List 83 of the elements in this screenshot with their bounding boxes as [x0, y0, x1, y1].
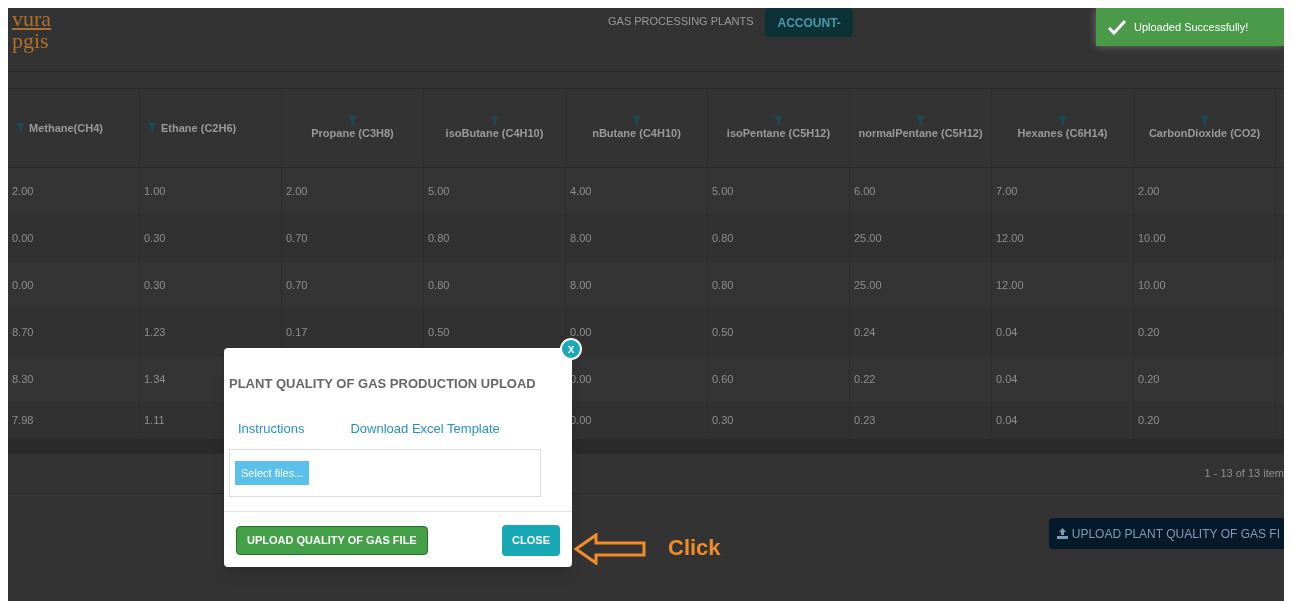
- annotation-text: Click: [668, 534, 721, 562]
- filter-icon[interactable]: [490, 116, 499, 126]
- table-cell-text: 0.30: [712, 413, 734, 429]
- table-cell-text: 0.04: [996, 371, 1018, 387]
- filter-icon[interactable]: [1200, 116, 1209, 126]
- table-cell-text: 0.22: [854, 371, 876, 387]
- table-cell-text: 12.00: [996, 277, 1024, 293]
- table-cell-text: 10.00: [1138, 230, 1166, 246]
- modal-link[interactable]: Instructions: [238, 418, 305, 438]
- table-cell-text: 8.30: [12, 371, 34, 387]
- table-cell-text: 25.00: [854, 230, 882, 246]
- upload-plant-button[interactable]: UPLOAD PLANT QUALITY OF GAS FI: [1048, 518, 1284, 549]
- table-cell-text: 0.30: [144, 230, 166, 246]
- table-cell-text: 0.04: [996, 324, 1018, 340]
- table-cell-text: 4.00: [570, 183, 592, 199]
- filter-icon[interactable]: [632, 116, 641, 126]
- page-title: GAS PROCESSING PLANTS: [608, 14, 754, 29]
- select-files-button[interactable]: Select files...: [235, 461, 310, 485]
- logo-text: vura: [12, 8, 52, 30]
- table-cell-text: 8.70: [12, 324, 34, 340]
- table-cell-text: 0.60: [712, 371, 734, 387]
- table-cell-text: 10.00: [1138, 277, 1166, 293]
- filter-icon[interactable]: [348, 116, 357, 126]
- column-header: isoButane (C4H10): [445, 126, 544, 140]
- modal-title: PLANT QUALITY OF GAS PRODUCTION UPLOAD: [229, 375, 537, 393]
- table-cell-text: 0.80: [712, 230, 734, 246]
- table-cell-text: 0.23: [854, 413, 876, 429]
- table-cell-text: 0.80: [428, 230, 450, 246]
- table-cell-text: 1.23: [144, 324, 166, 340]
- table-cell-text: 0.00: [12, 277, 34, 293]
- table-cell-text: 0.00: [570, 324, 592, 340]
- table-cell-text: 7.98: [12, 413, 34, 429]
- table-cell-text: 0.17: [286, 324, 308, 340]
- filter-icon[interactable]: [16, 123, 25, 133]
- table-cell-text: 0.24: [854, 324, 876, 340]
- table-cell-text: 7.00: [996, 183, 1018, 199]
- column-header: Ethane (C2H6): [161, 121, 237, 135]
- upload-icon: [1056, 528, 1068, 539]
- filter-icon[interactable]: [774, 116, 783, 126]
- table-cell-text: 1.34: [144, 371, 166, 387]
- table-cell-text: 0.80: [712, 277, 734, 293]
- table-cell-text: 0.04: [996, 413, 1018, 429]
- table-cell-text: 0.20: [1138, 413, 1160, 429]
- table-cell-text: 25.00: [854, 277, 882, 293]
- column-header: Methane(CH4): [29, 121, 103, 135]
- column-header: isoPentane (C5H12): [726, 126, 831, 140]
- table-cell-text: 5.00: [428, 183, 450, 199]
- pager-info: 1 - 13 of 13 item: [1204, 466, 1284, 482]
- table-cell-text: 1.11: [144, 413, 165, 429]
- table-cell-text: 1.00: [144, 183, 166, 199]
- table-cell-text: 5.00: [712, 183, 734, 199]
- column-header: nButane (C4H10): [592, 126, 681, 140]
- table-cell-text: 0.30: [144, 277, 166, 293]
- column-header: normalPentane (C5H12): [858, 126, 983, 140]
- table-cell-text: 0.20: [1138, 324, 1160, 340]
- table-cell-text: 0.80: [428, 277, 450, 293]
- modal-link[interactable]: Download Excel Template: [350, 418, 500, 438]
- table-cell-text: 8.00: [570, 230, 592, 246]
- close-button[interactable]: CLOSE: [502, 525, 560, 556]
- filter-icon[interactable]: [916, 116, 925, 126]
- table-cell-text: 2.00: [12, 183, 34, 199]
- upload-file-button[interactable]: UPLOAD QUALITY OF GAS FILE: [236, 526, 428, 555]
- table-cell-text: 0.20: [1138, 371, 1160, 387]
- column-header: CarbonDioxide (CO2): [1148, 126, 1261, 140]
- logo-text: pgis: [12, 30, 49, 52]
- check-icon: [1108, 19, 1126, 35]
- table-cell-text: 0.00: [12, 230, 34, 246]
- table-cell-text: 8.00: [570, 277, 592, 293]
- filter-icon[interactable]: [148, 123, 157, 133]
- column-header: Hexanes (C6H14): [1017, 126, 1108, 140]
- table-cell-text: 2.00: [1138, 183, 1160, 199]
- arrow-icon: [574, 533, 646, 565]
- table-cell-text: 2.00: [286, 183, 308, 199]
- table-cell-text: 12.00: [996, 230, 1024, 246]
- account-button[interactable]: ACCOUNT-: [765, 8, 853, 37]
- table-cell-text: 6.00: [854, 183, 876, 199]
- toast-message: Uploaded Successfully!: [1134, 19, 1249, 35]
- filter-icon[interactable]: [1058, 116, 1067, 126]
- column-header: Propane (C3H8): [311, 126, 394, 140]
- table-cell-text: 0.50: [428, 324, 450, 340]
- table-cell-text: 0.50: [712, 324, 734, 340]
- table-cell-text: 0.70: [286, 230, 308, 246]
- table-cell-text: 0.70: [286, 277, 308, 293]
